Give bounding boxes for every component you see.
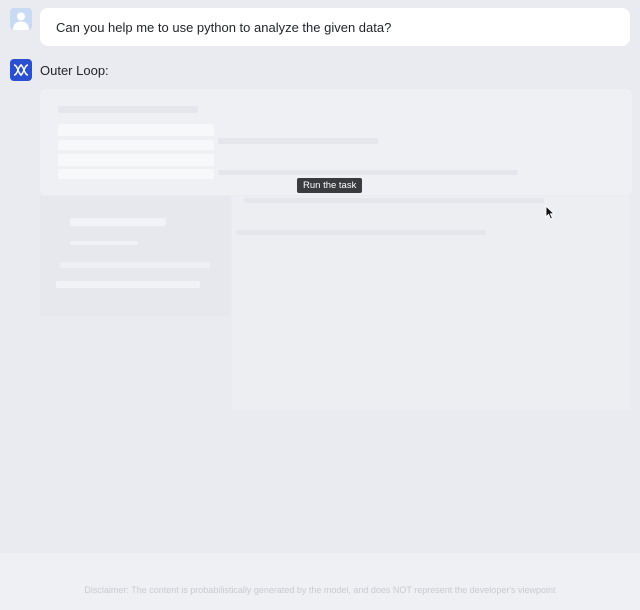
assistant-name: Outer Loop: — [40, 63, 109, 78]
faded-output-panel — [232, 196, 630, 410]
tooltip-text: Run the task — [303, 180, 357, 191]
ghost-line — [60, 262, 210, 268]
dna-logo-icon — [10, 59, 32, 81]
run-task-tooltip: Run the task — [297, 178, 363, 193]
ghost-line — [58, 154, 214, 166]
ghost-line — [58, 124, 214, 136]
faded-sidebar — [40, 196, 230, 316]
ghost-line — [56, 281, 200, 288]
user-message-bubble: Can you help me to use python to analyze… — [40, 8, 630, 46]
mouse-cursor-icon — [545, 204, 556, 225]
ghost-line — [218, 138, 378, 144]
ghost-line — [70, 218, 166, 226]
footer-bar — [0, 553, 640, 610]
ghost-line — [58, 140, 214, 150]
disclaimer-text: Disclaimer: The content is probabilistic… — [84, 585, 556, 595]
ghost-line — [244, 198, 544, 203]
user-message-text: Can you help me to use python to analyze… — [56, 19, 392, 35]
ghost-heading — [58, 106, 198, 113]
ghost-line — [218, 170, 518, 175]
user-avatar-icon — [10, 8, 32, 30]
ghost-line — [58, 169, 214, 179]
ghost-line — [236, 230, 486, 235]
ghost-line — [70, 241, 138, 245]
